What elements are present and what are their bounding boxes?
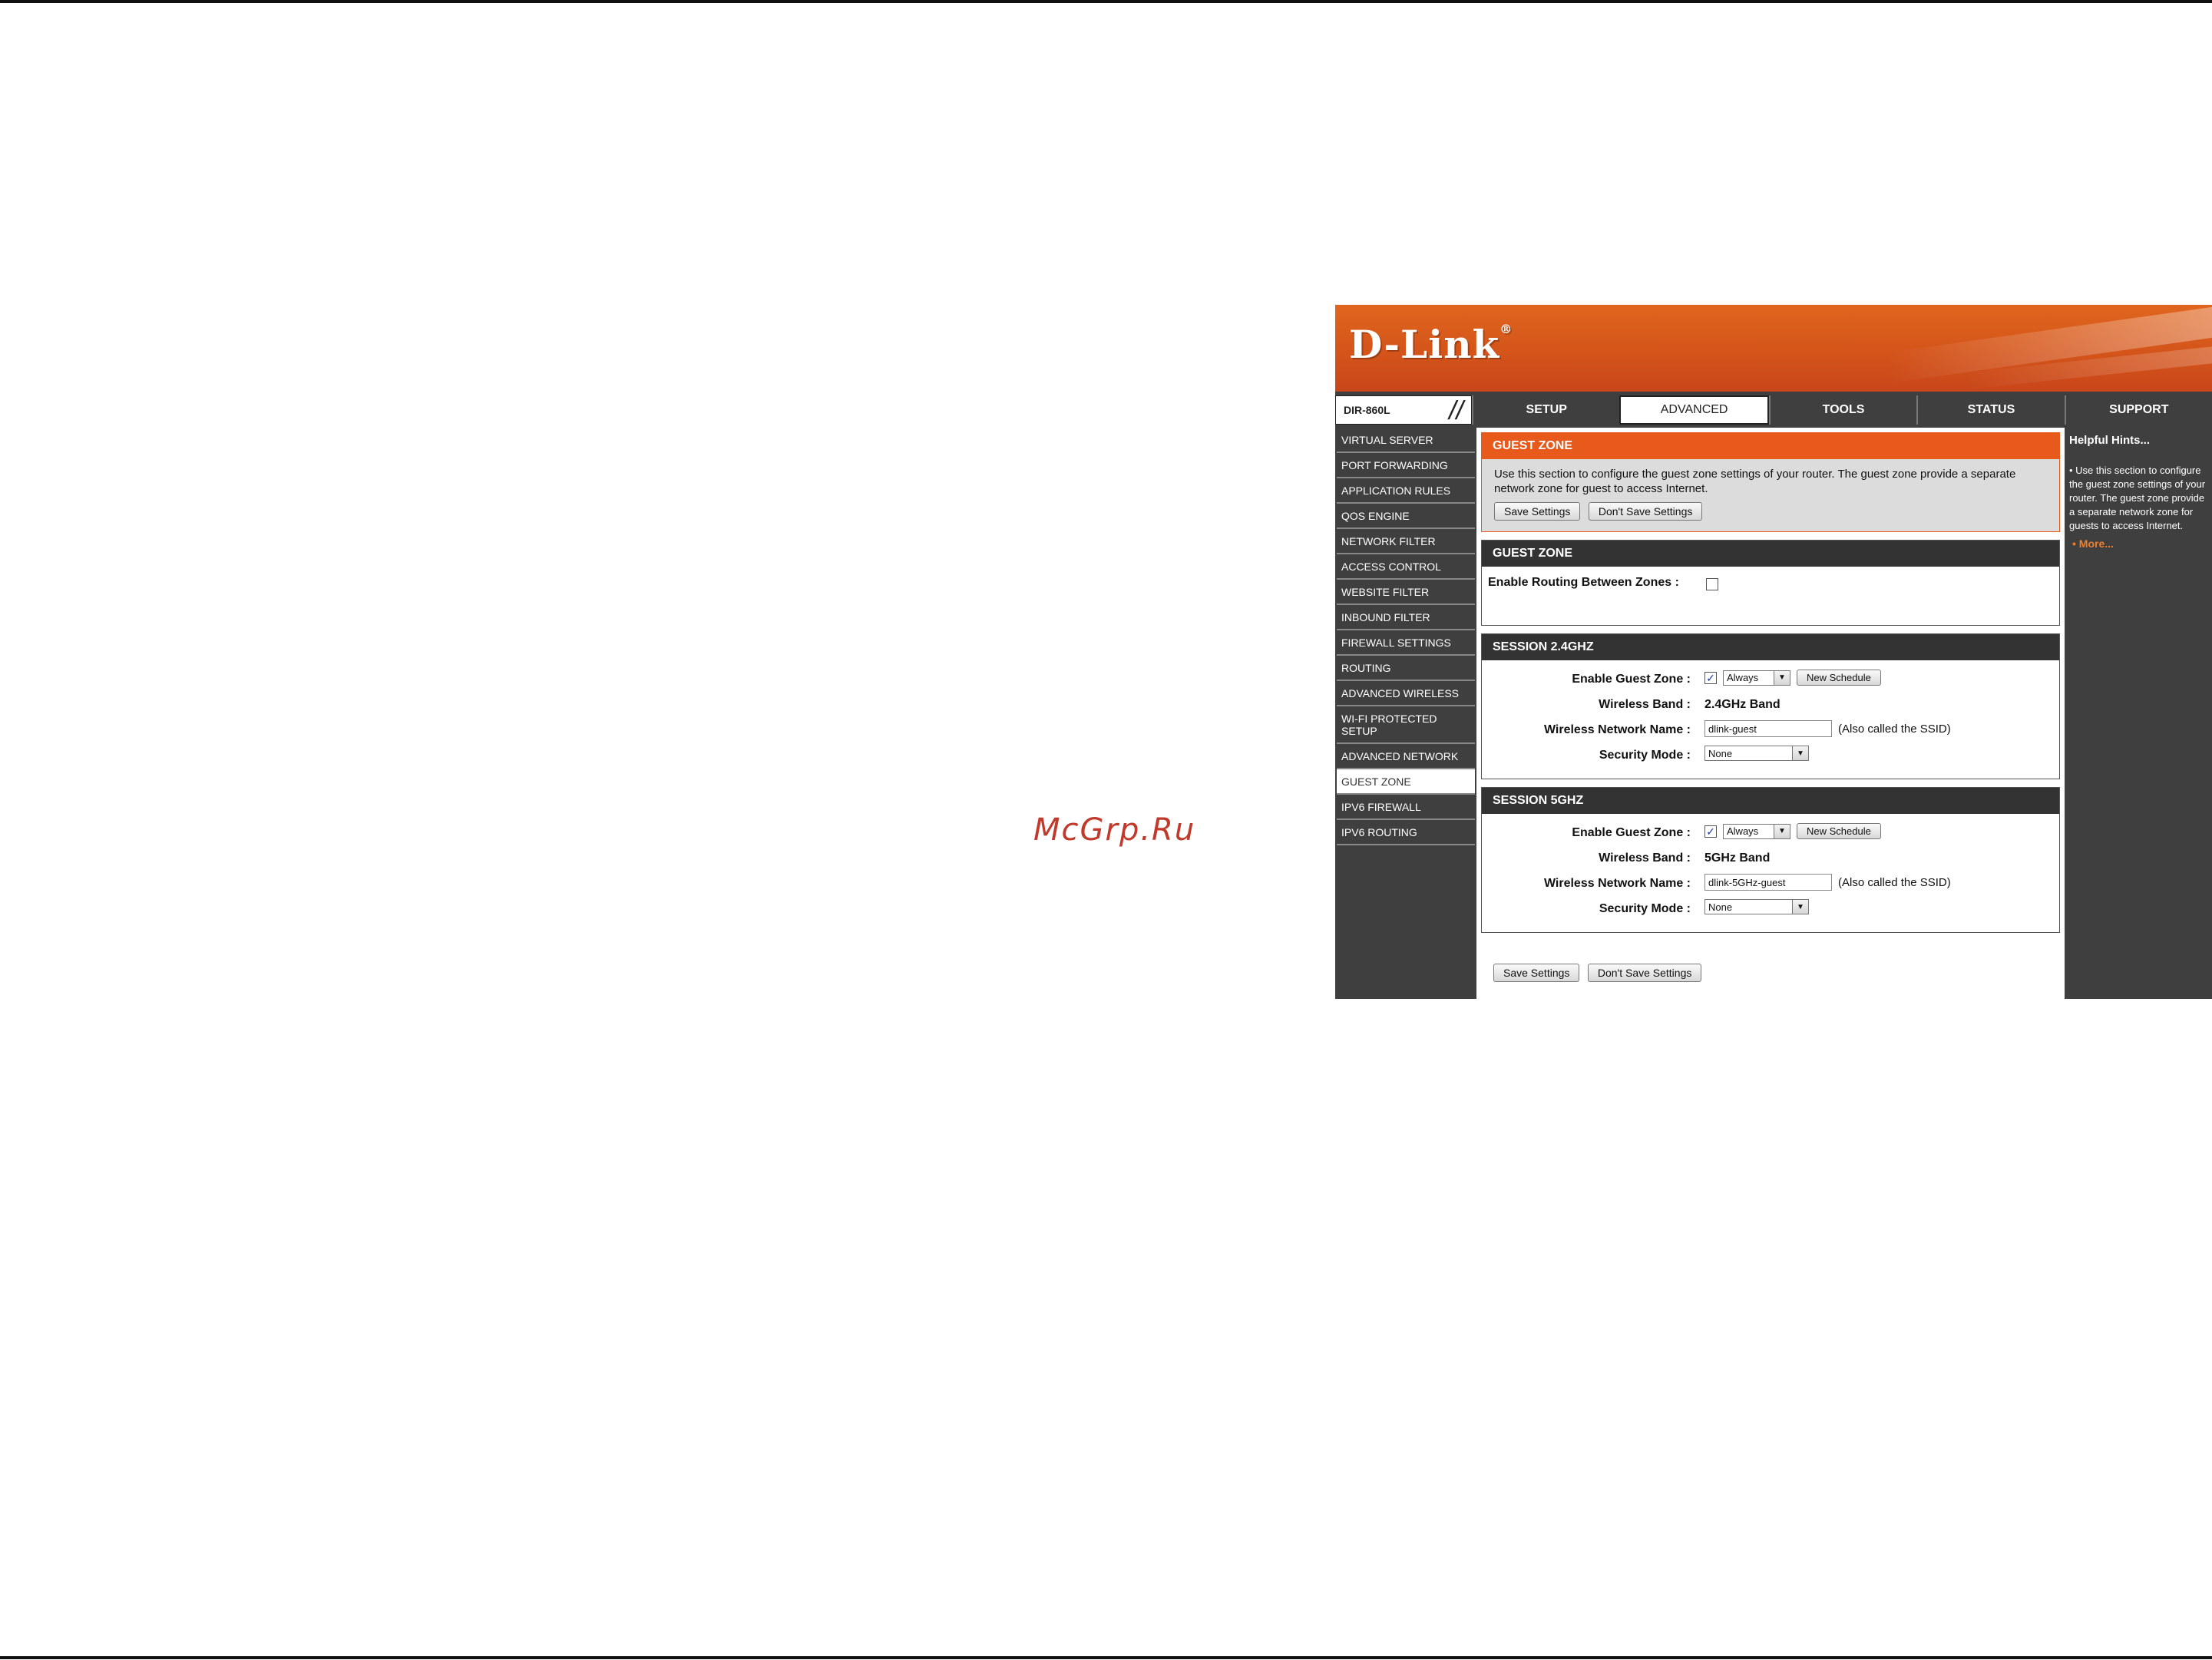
save-settings-button[interactable]: Save Settings (1494, 502, 1581, 521)
wireless-band-field: 2.4GHz Band (1704, 698, 1781, 712)
ssid-input[interactable] (1704, 720, 1832, 737)
session-24ghz-panel: SESSION 2.4GHZ Enable Guest Zone : ✓ Alw… (1481, 633, 2060, 779)
tab-advanced[interactable]: ADVANCED (1619, 395, 1769, 425)
wireless-band-value: 2.4GHz Band (1704, 698, 1781, 711)
wireless-band-label: Wireless Band : (1599, 851, 1691, 865)
sidebar-item-virtual-server[interactable]: VIRTUAL SERVER (1337, 428, 1475, 453)
watermark: McGrp.Ru (1033, 812, 1196, 848)
model-label: DIR-860L// (1335, 395, 1472, 425)
top-nav: DIR-860L// SETUP ADVANCED TOOLS STATUS S… (1335, 395, 2212, 426)
hints-more-link[interactable]: • More... (2065, 533, 2212, 550)
sidebar-item-guest-zone[interactable]: GUEST ZONE (1337, 769, 1475, 795)
chevron-down-icon: ▼ (1774, 824, 1790, 838)
sidebar-item-wifi-protected-setup[interactable]: WI-FI PROTECTED SETUP (1337, 706, 1475, 744)
tab-status[interactable]: STATUS (1916, 395, 2065, 425)
page-bottom-rule (0, 1656, 2212, 1659)
enable-guest-zone-field: ✓ Always ▼ New Schedule (1704, 823, 1886, 839)
dont-save-settings-button[interactable]: Don't Save Settings (1588, 502, 1703, 521)
sidebar-item-advanced-network[interactable]: ADVANCED NETWORK (1337, 744, 1475, 769)
dlink-logo: D-Link® (1349, 322, 1513, 367)
wireless-band-row: Wireless Band : 2.4GHz Band (1482, 693, 2059, 719)
enable-guest-zone-row: Enable Guest Zone : ✓ Always ▼ New Schedu… (1482, 668, 2059, 693)
session-5ghz-panel: SESSION 5GHZ Enable Guest Zone : ✓ Alway… (1481, 787, 2060, 933)
guest-zone-panel: GUEST ZONE Enable Routing Between Zones … (1481, 540, 2060, 626)
schedule-select[interactable]: Always ▼ (1723, 670, 1790, 686)
tab-support[interactable]: SUPPORT (2064, 395, 2212, 425)
chevron-down-icon: ▼ (1792, 900, 1808, 914)
enable-guest-zone-label: Enable Guest Zone : (1572, 826, 1691, 839)
intro-text: Use this section to configure the guest … (1494, 468, 2016, 495)
security-mode-row: Security Mode : None ▼ (1482, 898, 2059, 923)
sidebar-item-application-rules[interactable]: APPLICATION RULES (1337, 478, 1475, 504)
new-schedule-button[interactable]: New Schedule (1797, 670, 1881, 686)
page-top-rule (0, 0, 2212, 3)
schedule-select[interactable]: Always ▼ (1723, 823, 1790, 839)
footer-buttons: Save Settings Don't Save Settings (1493, 964, 1706, 982)
sidebar-item-network-filter[interactable]: NETWORK FILTER (1337, 529, 1475, 554)
wireless-band-row: Wireless Band : 5GHz Band (1482, 847, 2059, 872)
tab-tools[interactable]: TOOLS (1768, 395, 1917, 425)
wireless-network-name-label: Wireless Network Name : (1543, 723, 1691, 736)
enable-guest-zone-row: Enable Guest Zone : ✓ Always ▼ New Schedu… (1482, 822, 2059, 847)
sidebar-item-advanced-wireless[interactable]: ADVANCED WIRELESS (1337, 681, 1475, 706)
sidebar-item-routing[interactable]: ROUTING (1337, 656, 1475, 681)
sidebar: VIRTUAL SERVER PORT FORWARDING APPLICATI… (1335, 428, 1476, 999)
tab-setup[interactable]: SETUP (1472, 395, 1620, 425)
chevron-down-icon: ▼ (1774, 670, 1790, 685)
wireless-band-label: Wireless Band : (1599, 698, 1691, 711)
router-ui: D-Link® DIR-860L// SETUP ADVANCED TOOLS … (1335, 305, 2212, 999)
new-schedule-button[interactable]: New Schedule (1797, 823, 1881, 839)
hints-title: Helpful Hints... (2069, 434, 2150, 447)
ssid-input[interactable] (1704, 874, 1832, 891)
helpful-hints-panel: Helpful Hints... • Use this section to c… (2065, 428, 2212, 999)
enable-guest-zone-label: Enable Guest Zone : (1572, 673, 1691, 686)
wireless-network-name-field: (Also called the SSID) (1704, 720, 1951, 737)
security-mode-field: None ▼ (1704, 899, 1809, 914)
session-5ghz-title: SESSION 5GHZ (1482, 788, 2059, 814)
routing-checkbox[interactable] (1706, 578, 1718, 590)
sidebar-item-ipv6-firewall[interactable]: IPV6 FIREWALL (1337, 795, 1475, 820)
intro-buttons: Save Settings Don't Save Settings (1482, 501, 2059, 522)
dont-save-settings-button[interactable]: Don't Save Settings (1587, 964, 1702, 982)
save-settings-button[interactable]: Save Settings (1493, 964, 1580, 982)
sidebar-item-qos-engine[interactable]: QOS ENGINE (1337, 504, 1475, 529)
header-banner: D-Link® (1335, 305, 2212, 392)
session-24ghz-title: SESSION 2.4GHZ (1482, 634, 2059, 660)
security-mode-row: Security Mode : None ▼ (1482, 744, 2059, 769)
ssid-note: (Also called the SSID) (1838, 722, 1951, 736)
wireless-network-name-label: Wireless Network Name : (1543, 877, 1691, 890)
wireless-network-name-row: Wireless Network Name : (Also called the… (1482, 872, 2059, 898)
guest-zone-title: GUEST ZONE (1482, 541, 2059, 567)
wireless-network-name-field: (Also called the SSID) (1704, 874, 1951, 891)
routing-row: Enable Routing Between Zones : (1482, 567, 2059, 605)
security-mode-select[interactable]: None ▼ (1704, 899, 1809, 914)
enable-guest-zone-checkbox[interactable]: ✓ (1704, 825, 1717, 838)
sidebar-item-ipv6-routing[interactable]: IPV6 ROUTING (1337, 820, 1475, 845)
sidebar-item-access-control[interactable]: ACCESS CONTROL (1337, 554, 1475, 580)
sidebar-item-inbound-filter[interactable]: INBOUND FILTER (1337, 605, 1475, 630)
security-mode-label: Security Mode : (1599, 902, 1691, 915)
hints-text: • Use this section to configure the gues… (2069, 465, 2206, 531)
sidebar-item-port-forwarding[interactable]: PORT FORWARDING (1337, 453, 1475, 478)
main-content: GUEST ZONE Use this section to configure… (1476, 428, 2072, 999)
security-mode-field: None ▼ (1704, 746, 1809, 761)
wireless-band-value: 5GHz Band (1704, 851, 1771, 865)
wireless-network-name-row: Wireless Network Name : (Also called the… (1482, 719, 2059, 744)
intro-panel: GUEST ZONE Use this section to configure… (1481, 432, 2060, 532)
chevron-down-icon: ▼ (1792, 746, 1808, 760)
enable-guest-zone-checkbox[interactable]: ✓ (1704, 671, 1717, 684)
sidebar-item-firewall-settings[interactable]: FIREWALL SETTINGS (1337, 630, 1475, 656)
wireless-band-field: 5GHz Band (1704, 851, 1770, 865)
slash-decoration-icon: // (1449, 396, 1463, 425)
security-mode-select[interactable]: None ▼ (1704, 746, 1809, 761)
security-mode-label: Security Mode : (1599, 749, 1691, 762)
intro-title: GUEST ZONE (1482, 433, 2059, 459)
sidebar-item-website-filter[interactable]: WEBSITE FILTER (1337, 580, 1475, 605)
enable-guest-zone-field: ✓ Always ▼ New Schedule (1704, 670, 1886, 686)
ssid-note: (Also called the SSID) (1838, 875, 1951, 889)
routing-label: Enable Routing Between Zones : (1488, 576, 1679, 589)
